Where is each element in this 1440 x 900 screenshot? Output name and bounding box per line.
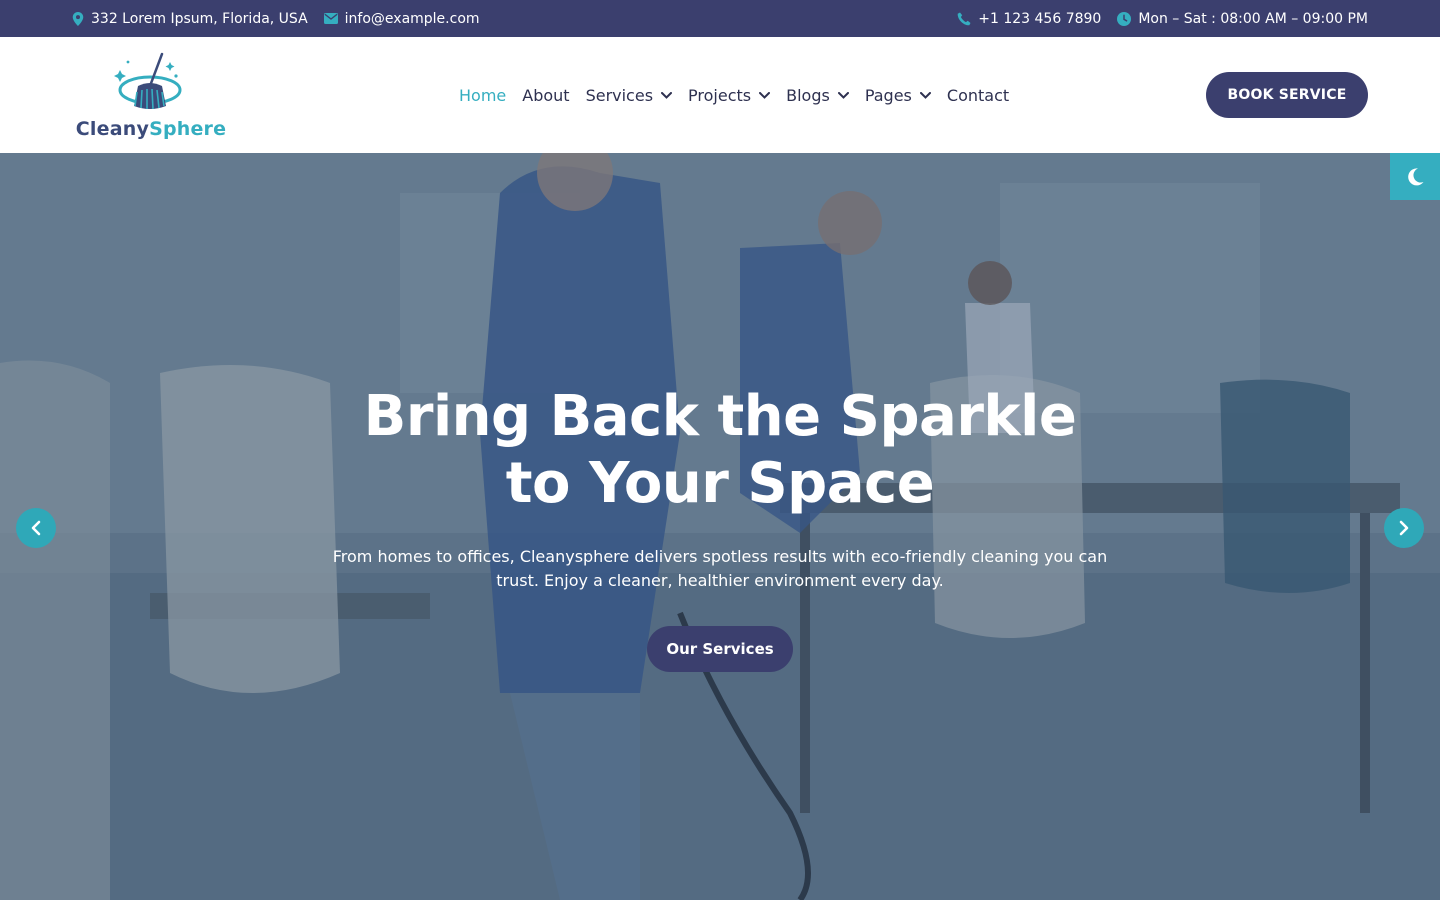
email-link[interactable]: info@example.com bbox=[345, 11, 480, 27]
hero-content: Bring Back the Sparkle to Your Space Fro… bbox=[0, 383, 1440, 672]
mop-logo-icon bbox=[114, 52, 182, 110]
nav-pages[interactable]: Pages bbox=[865, 86, 931, 105]
clock-icon bbox=[1117, 11, 1132, 26]
nav-blogs-label: Blogs bbox=[786, 85, 830, 105]
hero-slider: Bring Back the Sparkle to Your Space Fro… bbox=[0, 153, 1440, 900]
address-text: 332 Lorem Ipsum, Florida, USA bbox=[91, 10, 308, 27]
top-bar-right: +1 123 456 7890 Mon – Sat : 08:00 AM – 0… bbox=[957, 11, 1368, 27]
chevron-down-icon bbox=[919, 91, 931, 99]
book-service-button[interactable]: BOOK SERVICE bbox=[1206, 72, 1368, 118]
phone-icon bbox=[957, 12, 971, 25]
theme-toggle-button[interactable] bbox=[1390, 153, 1440, 200]
hours-text: Mon – Sat : 08:00 AM – 09:00 PM bbox=[1138, 10, 1368, 27]
nav-home-label: Home bbox=[459, 85, 507, 105]
top-info-bar: 332 Lorem Ipsum, Florida, USA info@examp… bbox=[0, 0, 1440, 37]
email-item[interactable]: info@example.com bbox=[323, 11, 480, 27]
nav-blogs[interactable]: Blogs bbox=[786, 86, 849, 105]
nav-about[interactable]: About bbox=[522, 86, 569, 105]
nav-contact-label: Contact bbox=[946, 85, 1010, 105]
main-nav: Home About Services Projects Blogs Pages… bbox=[459, 86, 1009, 105]
hero-title: Bring Back the Sparkle to Your Space bbox=[363, 384, 1077, 516]
brand-wordmark: CleanySphere bbox=[76, 118, 226, 140]
phone-link[interactable]: +1 123 456 7890 bbox=[978, 11, 1101, 27]
map-pin-icon bbox=[72, 11, 84, 26]
nav-services-label: Services bbox=[585, 85, 654, 105]
envelope-icon bbox=[323, 13, 338, 24]
chevron-down-icon bbox=[759, 91, 771, 99]
our-services-button[interactable]: Our Services bbox=[647, 626, 793, 672]
nav-about-label: About bbox=[522, 85, 570, 105]
nav-home[interactable]: Home bbox=[459, 86, 506, 105]
chevron-down-icon bbox=[661, 91, 673, 99]
nav-services[interactable]: Services bbox=[585, 85, 673, 105]
chevron-down-icon bbox=[837, 91, 849, 99]
nav-pages-label: Pages bbox=[864, 85, 912, 105]
nav-contact[interactable]: Contact bbox=[947, 86, 1009, 105]
moon-icon bbox=[1408, 167, 1424, 185]
brand-name-part2: Sphere bbox=[149, 118, 227, 140]
hero-subtitle: From homes to offices, Cleanysphere deli… bbox=[332, 547, 1108, 590]
brand-name-part1: Cleany bbox=[75, 118, 150, 140]
nav-projects[interactable]: Projects bbox=[688, 85, 771, 105]
address-item: 332 Lorem Ipsum, Florida, USA bbox=[72, 11, 308, 27]
brand-logo[interactable]: CleanySphere bbox=[76, 50, 226, 140]
nav-projects-label: Projects bbox=[688, 85, 752, 105]
hours-item: Mon – Sat : 08:00 AM – 09:00 PM bbox=[1117, 11, 1368, 27]
site-header: CleanySphere Home About Services Project… bbox=[0, 37, 1440, 153]
phone-item[interactable]: +1 123 456 7890 bbox=[957, 11, 1101, 27]
top-bar-left: 332 Lorem Ipsum, Florida, USA info@examp… bbox=[72, 11, 480, 27]
